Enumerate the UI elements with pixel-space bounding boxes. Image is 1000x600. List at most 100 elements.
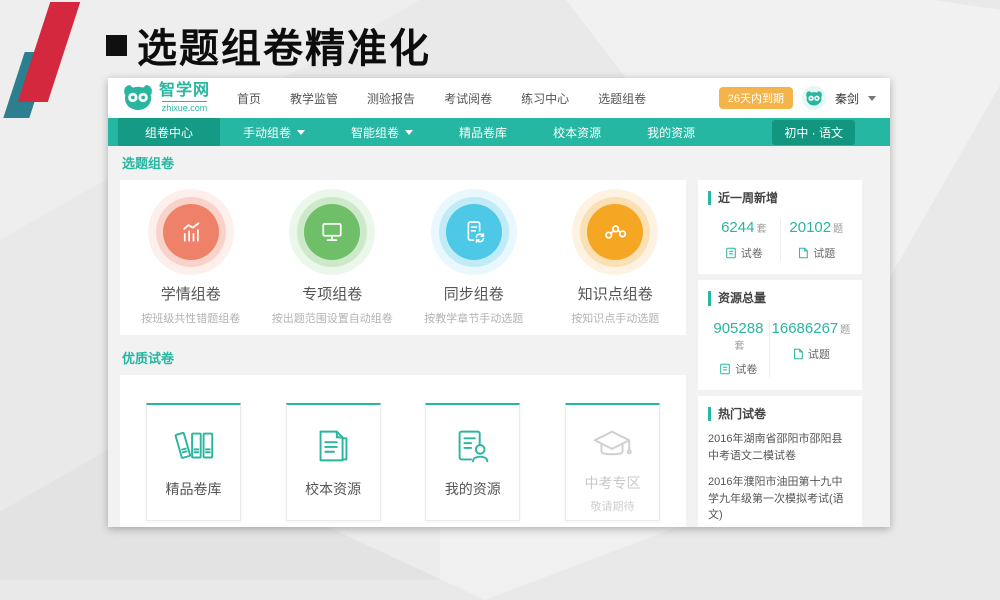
compose-option-label: 专项组卷 bbox=[265, 283, 400, 304]
nav-item-label: 组卷中心 bbox=[145, 124, 193, 141]
compose-option-desc: 按出题范围设置自动组卷 bbox=[265, 310, 400, 326]
hot-heading: 热门试卷 bbox=[708, 407, 852, 421]
stat-value: 905288 bbox=[713, 320, 763, 337]
stat-unit: 套 bbox=[734, 341, 744, 352]
nav-item-label: 校本资源 bbox=[553, 124, 601, 141]
compose-option-knowledge-point[interactable]: 知识点组卷 按知识点手动选题 bbox=[548, 189, 683, 326]
owl-avatar-icon bbox=[805, 90, 823, 106]
circle-badge bbox=[304, 204, 360, 260]
sidebar: 近一周新增 6244套 试卷 20102题 试题 bbox=[698, 180, 862, 527]
weekly-stats: 6244套 试卷 20102题 试题 bbox=[708, 219, 852, 261]
circle-badge bbox=[163, 204, 219, 260]
user-name[interactable]: 秦剑 bbox=[835, 90, 859, 107]
card-zhongkao-zone: 中考专区 敬请期待 bbox=[565, 403, 660, 521]
stat-label-text: 试题 bbox=[808, 346, 830, 362]
compose-option-special-topic[interactable]: 专项组卷 按出题范围设置自动组卷 bbox=[265, 189, 400, 326]
nav-item-premium-papers[interactable]: 精品卷库 bbox=[436, 118, 530, 146]
stat-label: 试卷 bbox=[708, 361, 769, 377]
weekly-questions-stat: 20102题 试题 bbox=[780, 219, 853, 261]
halo bbox=[289, 189, 375, 275]
scatter-icon bbox=[600, 217, 630, 247]
stat-label-text: 试题 bbox=[813, 245, 835, 261]
user-avatar[interactable] bbox=[802, 86, 826, 110]
compose-option-label: 学情组卷 bbox=[123, 283, 258, 304]
stat-label: 试题 bbox=[770, 346, 852, 362]
stat-unit: 题 bbox=[840, 325, 850, 336]
top-nav-home[interactable]: 首页 bbox=[237, 90, 261, 107]
top-nav-exam-marking[interactable]: 考试阅卷 bbox=[444, 90, 492, 107]
top-nav-teaching-supervision[interactable]: 教学监管 bbox=[290, 90, 338, 107]
circle-badge bbox=[587, 204, 643, 260]
total-resources-panel: 资源总量 905288 套 试卷 16686267题 试题 bbox=[698, 280, 862, 389]
graduation-cap-icon bbox=[589, 423, 635, 469]
top-nav-test-report[interactable]: 测验报告 bbox=[367, 90, 415, 107]
compose-section-heading: 选题组卷 bbox=[122, 153, 686, 172]
expiry-badge[interactable]: 26天内到期 bbox=[719, 87, 793, 109]
compose-option-label: 知识点组卷 bbox=[548, 283, 683, 304]
stat-label-text: 试卷 bbox=[741, 245, 763, 261]
chevron-down-icon bbox=[297, 130, 305, 135]
card-label: 校本资源 bbox=[305, 479, 361, 499]
nav-item-compose-center[interactable]: 组卷中心 bbox=[118, 118, 220, 146]
stat-label: 试题 bbox=[781, 245, 853, 261]
header-right: 26天内到期 秦剑 bbox=[719, 86, 876, 110]
nav-item-smart-compose[interactable]: 智能组卷 bbox=[328, 118, 436, 146]
zhixue-logo[interactable]: 智学网 zhixue.com bbox=[122, 83, 210, 114]
nav-item-label: 手动组卷 bbox=[243, 124, 291, 141]
hot-paper-link[interactable]: 2016年湖南省邵阳市邵阳县中考语文二模试卷 bbox=[708, 431, 852, 464]
card-premium-papers[interactable]: 精品卷库 bbox=[146, 403, 241, 521]
stat-label: 试卷 bbox=[708, 245, 780, 261]
owl-logo-icon bbox=[122, 83, 154, 114]
chevron-down-icon bbox=[405, 130, 413, 135]
total-papers-stat: 905288 套 试卷 bbox=[708, 320, 769, 377]
card-sublabel: 敬请期待 bbox=[590, 498, 634, 514]
slide-title-text: 选题组卷精准化 bbox=[137, 16, 431, 74]
card-label: 我的资源 bbox=[445, 479, 501, 499]
nav-item-my-resources[interactable]: 我的资源 bbox=[624, 118, 718, 146]
top-nav-practice-center[interactable]: 练习中心 bbox=[521, 90, 569, 107]
weekly-new-panel: 近一周新增 6244套 试卷 20102题 试题 bbox=[698, 180, 862, 274]
website-screenshot: 智学网 zhixue.com 首页 教学监管 测验报告 考试阅卷 练习中心 选题… bbox=[108, 78, 890, 527]
logo-text: 智学网 zhixue.com bbox=[159, 83, 210, 113]
card-school-resources[interactable]: 校本资源 bbox=[286, 403, 381, 521]
paper-doc-icon bbox=[725, 247, 737, 259]
total-heading: 资源总量 bbox=[708, 291, 852, 305]
stat-value: 16686267 bbox=[772, 320, 839, 337]
quality-section-heading: 优质试卷 bbox=[122, 348, 686, 367]
stat-label-text: 试卷 bbox=[735, 361, 757, 377]
chevron-down-icon[interactable] bbox=[868, 96, 876, 101]
paper-doc-icon bbox=[719, 363, 731, 375]
weekly-papers-stat: 6244套 试卷 bbox=[708, 219, 780, 261]
weekly-heading: 近一周新增 bbox=[708, 191, 852, 205]
site-header: 智学网 zhixue.com 首页 教学监管 测验报告 考试阅卷 练习中心 选题… bbox=[108, 78, 890, 118]
papers-icon bbox=[310, 423, 356, 469]
halo-inner bbox=[156, 197, 226, 267]
slide-title: 选题组卷精准化 bbox=[106, 16, 431, 74]
compose-option-label: 同步组卷 bbox=[406, 283, 541, 304]
logo-name: 智学网 bbox=[159, 83, 210, 99]
halo bbox=[431, 189, 517, 275]
halo bbox=[572, 189, 658, 275]
card-my-resources[interactable]: 我的资源 bbox=[425, 403, 520, 521]
stat-unit: 套 bbox=[756, 224, 766, 235]
grade-subject-button[interactable]: 初中 · 语文 bbox=[772, 120, 855, 145]
nav-item-label: 精品卷库 bbox=[459, 124, 507, 141]
doc-person-icon bbox=[450, 423, 496, 469]
nav-item-school-resources[interactable]: 校本资源 bbox=[530, 118, 624, 146]
compose-option-sync[interactable]: 同步组卷 按教学章节手动选题 bbox=[406, 189, 541, 326]
nav-item-manual-compose[interactable]: 手动组卷 bbox=[220, 118, 328, 146]
card-label: 精品卷库 bbox=[166, 479, 222, 499]
doc-sync-icon bbox=[459, 217, 489, 247]
compose-option-learning-status[interactable]: 学情组卷 按班级共性错题组卷 bbox=[123, 189, 258, 326]
hot-paper-link[interactable]: 2016年濮阳市油田第十九中学九年级第一次模拟考试(语文) bbox=[708, 474, 852, 524]
logo-domain: zhixue.com bbox=[162, 101, 208, 113]
halo-inner bbox=[439, 197, 509, 267]
question-page-icon bbox=[792, 348, 804, 360]
halo bbox=[148, 189, 234, 275]
top-nav-paper-compose[interactable]: 选题组卷 bbox=[598, 90, 646, 107]
title-square-bullet bbox=[106, 35, 127, 56]
compose-options-panel: 学情组卷 按班级共性错题组卷 专项组卷 按出题范围设置自动组卷 bbox=[120, 180, 686, 335]
nav-item-label: 我的资源 bbox=[647, 124, 695, 141]
circle-badge bbox=[446, 204, 502, 260]
main-nav-bar: 组卷中心 手动组卷 智能组卷 精品卷库 校本资源 我的资源 初中 · 语文 bbox=[108, 118, 890, 146]
